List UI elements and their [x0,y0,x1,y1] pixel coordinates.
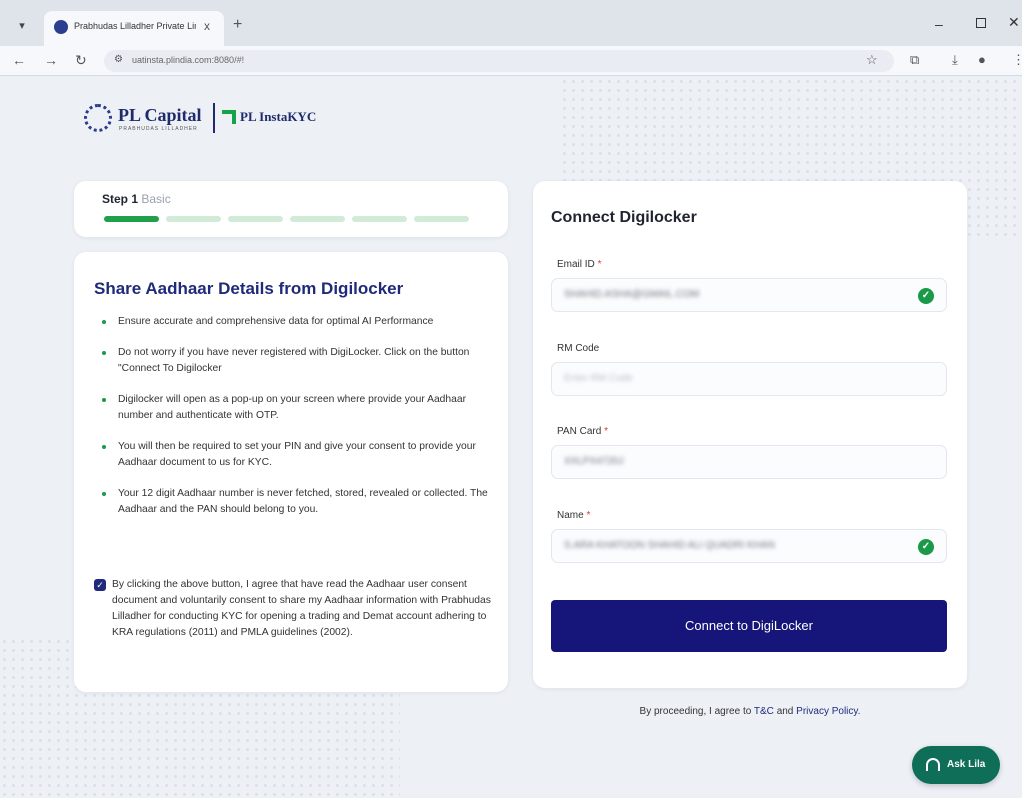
ask-lila-label: Ask Lila [947,759,986,770]
back-icon[interactable]: ← [12,52,26,68]
step-segment [104,216,159,222]
window-close-icon[interactable]: ✕ [1008,14,1020,31]
bookmark-star-icon[interactable]: ☆ [866,52,878,68]
connect-digilocker-card: Connect Digilocker Email ID * SHAHID.ASH… [533,181,967,688]
instakyc-logo-icon [222,110,236,124]
required-mark: * [597,259,602,270]
brand-divider [213,103,215,133]
url-text[interactable]: uatinsta.plindia.com:8080/#! [132,55,244,65]
profile-avatar-icon[interactable]: ● [978,52,986,67]
browser-menu-icon[interactable]: ⋮ [1012,52,1022,68]
email-label: Email ID * [557,259,601,270]
verified-check-icon: ✓ [918,539,934,555]
reload-icon[interactable]: ↻ [75,52,87,68]
list-item: You will then be required to set your PI… [102,439,492,471]
pan-label: PAN Card * [557,426,608,437]
progress-card: Step 1 Basic [74,181,508,237]
step-segment [290,216,345,222]
download-icon[interactable]: ⤓ [952,52,958,68]
aadhaar-info-card: Share Aadhaar Details from Digilocker En… [74,252,508,692]
connect-digilocker-button[interactable]: Connect to DigiLocker [551,600,947,652]
step-segment [414,216,469,222]
browser-tab[interactable]: Prabhudas Lilladher Private Lim x [44,11,224,46]
forward-icon[interactable]: → [44,52,58,68]
tab-title: Prabhudas Lilladher Private Lim [74,21,196,31]
legal-text: By proceeding, I agree to T&C and Privac… [533,706,967,717]
rm-code-placeholder: Enter RM Code [564,373,633,384]
brand-subtitle: PRABHUDAS LILLADHER [119,126,198,132]
privacy-policy-link[interactable]: Privacy Policy. [796,706,860,717]
product-name: PL InstaKYC [240,109,317,124]
email-label-text: Email ID [557,259,595,270]
new-tab-button[interactable]: + [233,17,242,33]
legal-and: and [776,706,794,717]
site-info-icon[interactable]: ⚙ [114,54,123,65]
pan-value: XXLPX4720J [564,456,624,467]
pl-capital-logo-icon [84,104,112,132]
verified-check-icon: ✓ [918,288,934,304]
required-mark: * [604,426,608,437]
email-field[interactable]: SHAHID.ASHA@GMAIL.COM ✓ [551,278,947,312]
browser-tab-bar: ▾ Prabhudas Lilladher Private Lim x + – … [0,0,1022,46]
step-label: Step 1 Basic [102,192,171,206]
email-value: SHAHID.ASHA@GMAIL.COM [564,289,700,300]
page-body: PL Capital PRABHUDAS LILLADHER PL InstaK… [0,77,1022,798]
required-mark: * [586,510,591,521]
name-label-text: Name [557,510,584,521]
step-segment [166,216,221,222]
step-segment [352,216,407,222]
instruction-list: Ensure accurate and comprehensive data f… [102,314,492,533]
brand-name: PL Capital [118,105,202,125]
name-label: Name * [557,510,590,521]
name-field[interactable]: S.ARA KHATOON SHAHID ALI QUADRI KHAN ✓ [551,529,947,563]
site-favicon-icon [54,20,68,34]
step-name: Basic [141,192,171,206]
list-item: Digilocker will open as a pop-up on your… [102,392,492,424]
pan-field[interactable]: XXLPX4720J [551,445,947,479]
consent-text: By clicking the above button, I agree th… [112,579,491,638]
tab-close-icon[interactable]: x [204,19,210,33]
list-item: Do not worry if you have never registere… [102,345,492,377]
consent-checkbox[interactable]: ✓ [94,579,106,591]
rm-code-field[interactable]: Enter RM Code [551,362,947,396]
list-item: Ensure accurate and comprehensive data f… [102,314,492,330]
form-title: Connect Digilocker [551,209,697,226]
pan-label-text: PAN Card [557,426,602,437]
ask-lila-chat-button[interactable]: Ask Lila [912,746,1000,784]
step-segment [228,216,283,222]
tab-list-chevron-icon[interactable]: ▾ [14,18,30,34]
address-bar[interactable]: ⚙ uatinsta.plindia.com:8080/#! [104,50,894,72]
step-number: Step 1 [102,192,139,206]
legal-prefix: By proceeding, I agree to [639,706,752,717]
tnc-link[interactable]: T&C [754,706,774,717]
info-title: Share Aadhaar Details from Digilocker [94,279,404,298]
list-item: Your 12 digit Aadhaar number is never fe… [102,486,492,518]
maximize-icon[interactable] [976,18,986,28]
extensions-icon[interactable]: ⧉ [910,52,919,68]
rm-code-label: RM Code [557,343,600,354]
minimize-icon[interactable]: – [935,16,943,32]
headset-icon [926,758,940,771]
name-value: S.ARA KHATOON SHAHID ALI QUADRI KHAN [564,540,775,551]
